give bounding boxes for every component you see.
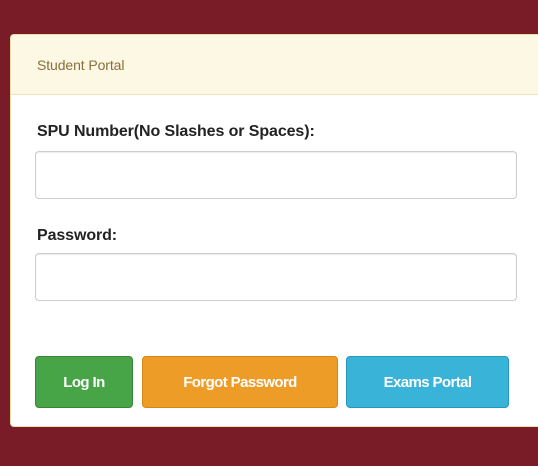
exams-portal-button[interactable]: Exams Portal (346, 356, 509, 408)
spu-number-input[interactable] (35, 151, 517, 199)
log-in-button[interactable]: Log In (35, 356, 133, 408)
password-label: Password: (37, 227, 118, 244)
forgot-password-button[interactable]: Forgot Password (142, 356, 338, 408)
panel-title: Student Portal (37, 56, 125, 73)
spu-number-label: SPU Number(No Slashes or Spaces): (37, 123, 315, 140)
password-input[interactable] (35, 253, 517, 301)
student-portal-panel: Student Portal SPU Number(No Slashes or … (10, 34, 538, 427)
panel-heading: Student Portal (11, 35, 538, 95)
